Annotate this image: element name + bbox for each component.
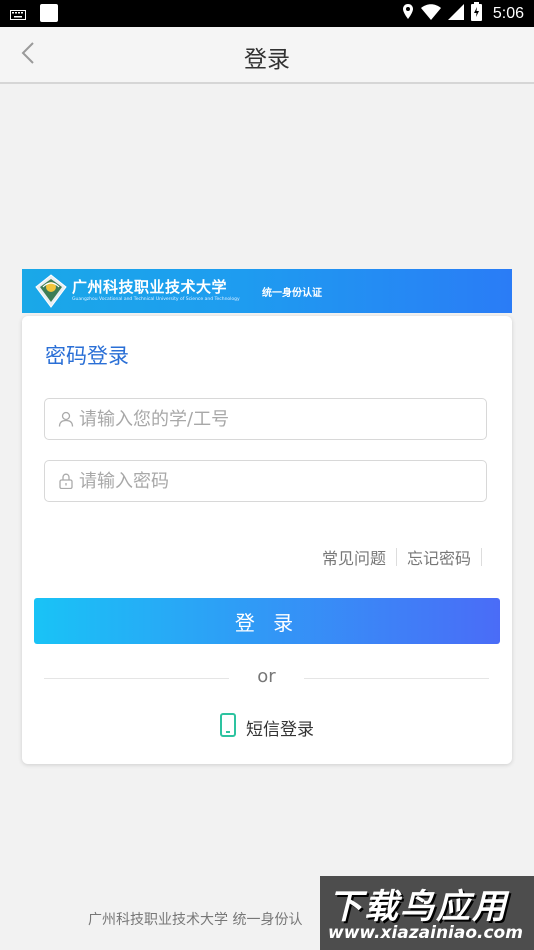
location-icon — [402, 3, 414, 25]
watermark-title: 下载鸟应用 — [328, 887, 508, 927]
footer-text: 广州科技职业技术大学 统一身份认 — [88, 912, 303, 928]
keyboard-icon — [10, 6, 26, 25]
status-time: 5:06 — [492, 4, 524, 22]
user-icon — [58, 411, 74, 427]
battery-icon — [470, 2, 482, 25]
app-square-icon — [40, 4, 58, 26]
university-english-name: Guangzhou Vocational and Technical Unive… — [72, 297, 240, 302]
university-banner: 广州科技职业技术大学 Guangzhou Vocational and Tech… — [22, 269, 512, 313]
login-card: 密码登录 常见问题 忘记密码 登 录 or 短信登录 — [22, 316, 512, 764]
login-button[interactable]: 登 录 — [34, 598, 500, 644]
link-divider — [395, 548, 397, 566]
watermark-url: www.xiazainiao.com — [328, 923, 523, 943]
password-field[interactable] — [44, 460, 487, 502]
university-logo-icon — [34, 273, 68, 309]
faq-link[interactable]: 常见问题 — [322, 545, 386, 569]
help-links: 常见问题 忘记密码 — [322, 545, 482, 569]
forgot-password-link[interactable]: 忘记密码 — [407, 545, 471, 569]
username-field[interactable] — [44, 398, 487, 440]
or-divider: or — [44, 666, 489, 690]
watermark-logo: 下载鸟应用 www.xiazainiao.com — [320, 876, 534, 950]
app-bar: 登录 — [0, 27, 534, 84]
login-card-title: 密码登录 — [45, 344, 129, 368]
sms-login-label: 短信登录 — [246, 719, 314, 740]
wifi-icon — [420, 3, 441, 24]
university-name: 广州科技职业技术大学 — [72, 278, 228, 296]
sms-login-button[interactable]: 短信登录 — [22, 713, 512, 741]
page-title: 登录 — [244, 47, 290, 73]
status-bar: 5:06 — [0, 0, 534, 27]
or-text: or — [257, 666, 276, 687]
password-input[interactable] — [79, 462, 486, 500]
system-name: 统一身份认证 — [262, 288, 322, 299]
lock-icon — [58, 473, 74, 489]
link-divider — [481, 548, 482, 566]
username-input[interactable] — [79, 400, 486, 438]
phone-icon — [220, 713, 236, 741]
signal-icon — [447, 3, 464, 24]
